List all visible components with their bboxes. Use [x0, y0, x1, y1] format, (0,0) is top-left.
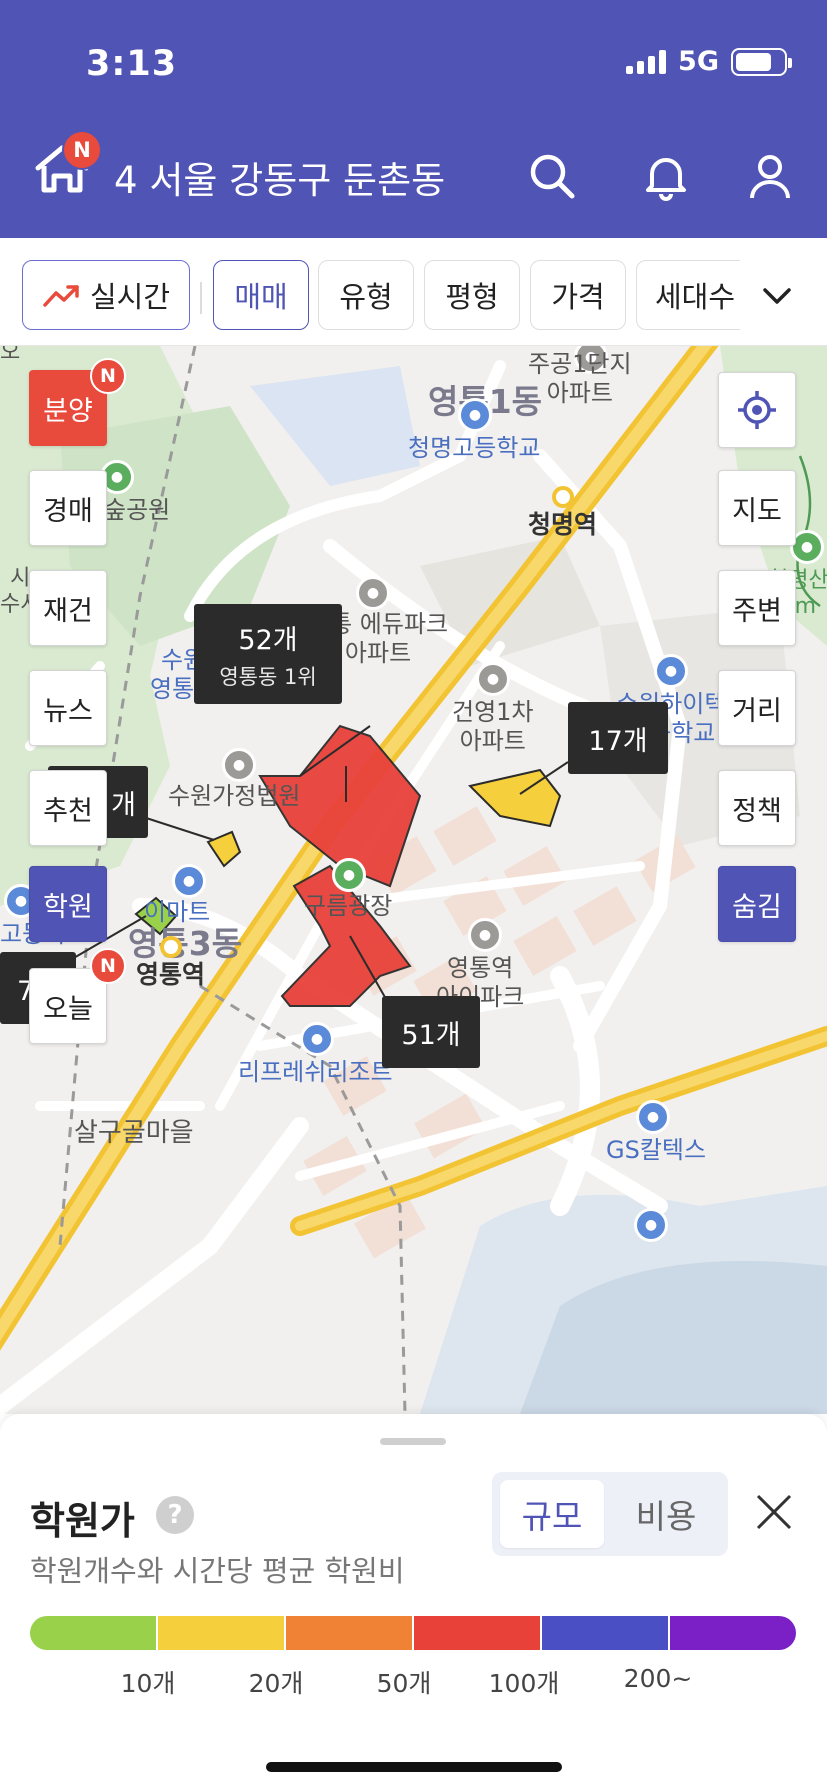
location-label: 서울 강동구 둔촌동 [149, 159, 446, 202]
sheet-description: 학원개수와 시간당 평균 학원비 [30, 1554, 405, 1588]
status-indicators: 5G [626, 46, 792, 77]
home-indicator [266, 1762, 562, 1772]
profile-icon[interactable] [744, 150, 796, 202]
map-label-jugong: 주공1단지 아파트 [528, 350, 632, 407]
new-badge: N [90, 358, 126, 394]
legend-label: 10개 [120, 1669, 176, 1698]
news-button[interactable]: 뉴스 [29, 670, 107, 746]
park-icon: ● [332, 858, 366, 892]
sheet-grabber[interactable] [380, 1438, 446, 1445]
map-label-cheongmyeong-high: 청명고등학교 [408, 434, 541, 462]
legend-bar [30, 1616, 796, 1650]
legend-label: 50개 [376, 1669, 432, 1698]
map-label-edge-o: 오 [0, 346, 21, 365]
gas-station-icon: ● [636, 1100, 670, 1134]
court-icon: ● [222, 748, 256, 782]
legend-swatch [412, 1616, 540, 1650]
legend-swatch [30, 1616, 156, 1650]
filter-chip-price[interactable]: 가격 [530, 260, 626, 330]
academy-count: 51개 [401, 1019, 461, 1051]
map-label-cheongmyeong-station: 청명역 [528, 510, 598, 539]
realtime-button[interactable]: 실시간 [22, 260, 190, 330]
academy-count: 개 [111, 789, 136, 821]
policy-button[interactable]: 정책 [718, 770, 796, 846]
status-time: 3:13 [86, 44, 178, 84]
apartment-icon: ● [356, 576, 390, 610]
recommend-button[interactable]: 추천 [29, 770, 107, 846]
legend-swatch [540, 1616, 668, 1650]
my-location-button[interactable] [718, 372, 796, 448]
academy-count: 17개 [588, 725, 648, 757]
academy-sheet: 학원가 ? 규모 비용 학원개수와 시간당 평균 학원비 10개 20개 50개… [0, 1414, 827, 1791]
map-label-gs: GS칼텍스 [606, 1136, 707, 1164]
sheet-title: 학원가 [30, 1499, 135, 1543]
map-view[interactable]: ● 주공1단지아파트 영통1동 ● 청명고등학교 청명역 ● 숲공원 오 시수시… [0, 346, 827, 1414]
distance-button[interactable]: 거리 [718, 670, 796, 746]
location-target-icon [738, 391, 776, 429]
realtime-label: 실시간 [89, 280, 171, 314]
hide-button[interactable]: 숨김 [718, 866, 796, 942]
station-marker [552, 486, 574, 508]
trend-up-icon [43, 285, 79, 307]
legend-swatch [284, 1616, 412, 1650]
map-label-forest-park: 숲공원 [104, 496, 171, 524]
filter-bar: 실시간 매매 유형 평형 가격 세대수 [0, 238, 827, 346]
battery-icon [731, 47, 792, 76]
academy-count-box[interactable]: 17개 [568, 702, 668, 774]
map-label-geonyoung: 건영1차 아파트 [452, 698, 534, 755]
network-label: 5G [678, 46, 719, 77]
school-icon: ● [458, 398, 492, 432]
academy-rank: 영통동 1위 [219, 664, 317, 689]
location-selector[interactable]: 4 서울 강동구 둔촌동 [114, 150, 445, 204]
new-badge: N [62, 130, 102, 170]
legend-swatch [668, 1616, 796, 1650]
map-label-emart: 이마트 [144, 898, 211, 926]
map-label-yeongtong-station: 영통역 [136, 960, 206, 989]
segment-cost[interactable]: 비용 [614, 1480, 718, 1548]
map-label-cloud-square: 구름광장 [304, 892, 393, 920]
notification-count: 4 [114, 159, 138, 202]
filter-chip-trade[interactable]: 매매 [213, 260, 309, 330]
legend-label: 20개 [248, 1669, 304, 1698]
filter-chip-type[interactable]: 유형 [318, 260, 414, 330]
filter-chip-area[interactable]: 평형 [424, 260, 520, 330]
station-marker [160, 936, 182, 958]
legend-swatch [156, 1616, 284, 1650]
map-label-resort: 리프레쉬리조트 [238, 1058, 393, 1086]
school-icon: ● [634, 1208, 668, 1242]
legend-label: 200~ [623, 1664, 693, 1693]
map-label-salgugol: 살구골마을 [74, 1118, 194, 1148]
resort-icon: ● [300, 1022, 334, 1056]
filter-divider [200, 282, 202, 314]
apartment-icon: ● [476, 662, 510, 696]
app-header: 3:13 5G N 4 서울 강동구 둔촌동 [0, 0, 827, 238]
map-label-court: 수원가정법원 [168, 782, 301, 810]
academy-button[interactable]: 학원 [29, 866, 107, 942]
redevelop-button[interactable]: 재건 [29, 570, 107, 646]
close-icon[interactable] [752, 1490, 796, 1534]
help-icon[interactable]: ? [156, 1496, 194, 1534]
signal-icon [626, 49, 667, 74]
mart-icon: ● [172, 864, 206, 898]
segmented-control: 규모 비용 [492, 1472, 728, 1556]
school-icon: ● [654, 654, 688, 688]
apartment-icon: ● [468, 918, 502, 952]
academy-count: 52개 [238, 624, 298, 656]
auction-button[interactable]: 경매 [29, 470, 107, 546]
academy-count-box[interactable]: 52개 영통동 1위 [194, 604, 342, 704]
bell-icon[interactable] [640, 150, 692, 202]
search-icon[interactable] [526, 150, 578, 202]
map-label-yeongtong3: 영통3동 [128, 924, 243, 963]
academy-count-box[interactable]: 51개 [382, 996, 480, 1068]
nearby-button[interactable]: 주변 [718, 570, 796, 646]
map-button[interactable]: 지도 [718, 470, 796, 546]
chevron-down-icon[interactable] [755, 274, 799, 318]
new-badge: N [90, 948, 126, 984]
legend-label: 100개 [488, 1669, 560, 1698]
segment-scale[interactable]: 규모 [500, 1480, 604, 1548]
